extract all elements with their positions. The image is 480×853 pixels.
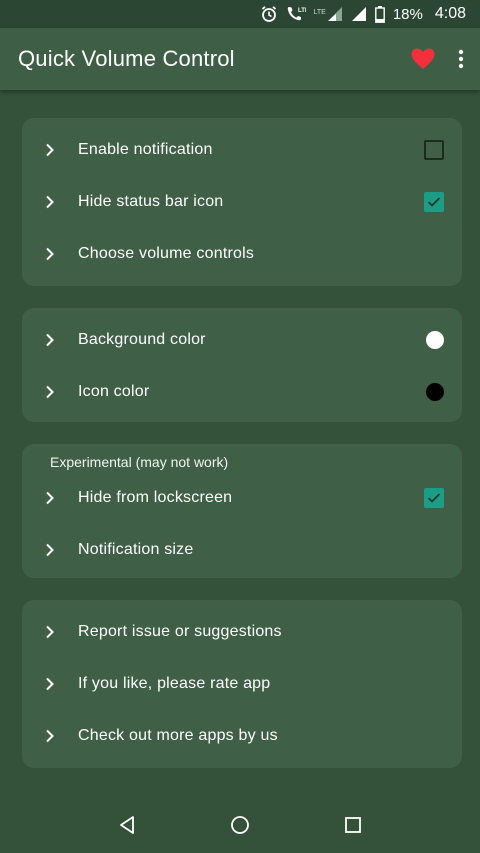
signal-icon <box>351 6 367 22</box>
chevron-right-icon <box>22 247 78 261</box>
check-icon <box>427 493 441 503</box>
report-issue-row[interactable]: Report issue or suggestions <box>22 606 462 658</box>
status-bar: LTE LTE 18% 4:08 <box>0 0 480 28</box>
more-options-button[interactable] <box>458 49 464 69</box>
chevron-right-icon <box>22 195 78 209</box>
icon-color-label: Icon color <box>78 383 150 400</box>
rate-app-label: If you like, please rate app <box>78 675 271 692</box>
app-actions <box>410 28 464 90</box>
home-button[interactable] <box>220 805 260 845</box>
svg-text:LTE: LTE <box>298 8 306 14</box>
app-root: LTE LTE 18% 4:08 Quick Volume Control <box>0 0 480 853</box>
enable-notification-label: Enable notification <box>78 141 213 158</box>
experimental-section-label: Experimental (may not work) <box>50 454 229 470</box>
hide-status-bar-icon-row[interactable]: Hide status bar icon <box>22 176 462 228</box>
check-icon <box>427 197 441 207</box>
experimental-settings-card: Experimental (may not work) Hide from lo… <box>22 444 462 578</box>
alarm-icon <box>260 5 278 23</box>
chevron-right-icon <box>22 385 78 399</box>
icon-color-swatch[interactable] <box>426 383 444 401</box>
choose-volume-controls-label: Choose volume controls <box>78 245 255 262</box>
heart-icon <box>411 48 435 69</box>
background-color-label: Background color <box>78 331 206 348</box>
hide-status-bar-icon-label: Hide status bar icon <box>78 193 224 210</box>
settings-list: Enable notification Hide status bar icon… <box>22 118 462 790</box>
app-title: Quick Volume Control <box>18 46 235 71</box>
chevron-right-icon <box>22 677 78 691</box>
chevron-right-icon <box>22 625 78 639</box>
lte-label: LTE <box>313 9 326 16</box>
hide-from-lockscreen-row[interactable]: Hide from lockscreen <box>22 472 462 524</box>
notification-size-label: Notification size <box>78 541 194 558</box>
icon-color-row[interactable]: Icon color <box>22 366 462 418</box>
background-color-row[interactable]: Background color <box>22 314 462 366</box>
about-card: Report issue or suggestions If you like,… <box>22 600 462 768</box>
notification-size-row[interactable]: Notification size <box>22 524 462 576</box>
chevron-right-icon <box>22 143 78 157</box>
heart-button[interactable] <box>410 47 436 71</box>
report-issue-label: Report issue or suggestions <box>78 623 282 640</box>
clock: 4:08 <box>434 5 466 22</box>
lte-signal-icon: LTE <box>314 6 343 22</box>
back-icon <box>119 816 134 834</box>
chevron-right-icon <box>22 333 78 347</box>
hide-from-lockscreen-label: Hide from lockscreen <box>78 489 233 506</box>
home-icon <box>231 816 249 834</box>
general-settings-card: Enable notification Hide status bar icon… <box>22 118 462 286</box>
enable-notification-row[interactable]: Enable notification <box>22 124 462 176</box>
more-apps-row[interactable]: Check out more apps by us <box>22 710 462 762</box>
battery-percent: 18% <box>392 5 423 23</box>
chevron-right-icon <box>22 543 78 557</box>
choose-volume-controls-row[interactable]: Choose volume controls <box>22 228 462 280</box>
more-vert-icon <box>458 49 464 69</box>
hide-from-lockscreen-checkbox[interactable] <box>424 488 444 508</box>
chevron-right-icon <box>22 729 78 743</box>
background-color-swatch[interactable] <box>426 331 444 349</box>
navigation-bar <box>0 797 480 853</box>
battery-icon <box>374 5 385 23</box>
more-apps-label: Check out more apps by us <box>78 727 278 744</box>
app-bar: Quick Volume Control <box>0 28 480 90</box>
back-button[interactable] <box>107 805 147 845</box>
recents-icon <box>345 817 362 833</box>
rate-app-row[interactable]: If you like, please rate app <box>22 658 462 710</box>
recents-button[interactable] <box>333 805 373 845</box>
enable-notification-checkbox[interactable] <box>424 140 444 160</box>
color-settings-card: Background color Icon color <box>22 308 462 422</box>
chevron-right-icon <box>22 491 78 505</box>
volte-call-icon: LTE <box>286 5 306 23</box>
hide-status-bar-icon-checkbox[interactable] <box>424 192 444 212</box>
